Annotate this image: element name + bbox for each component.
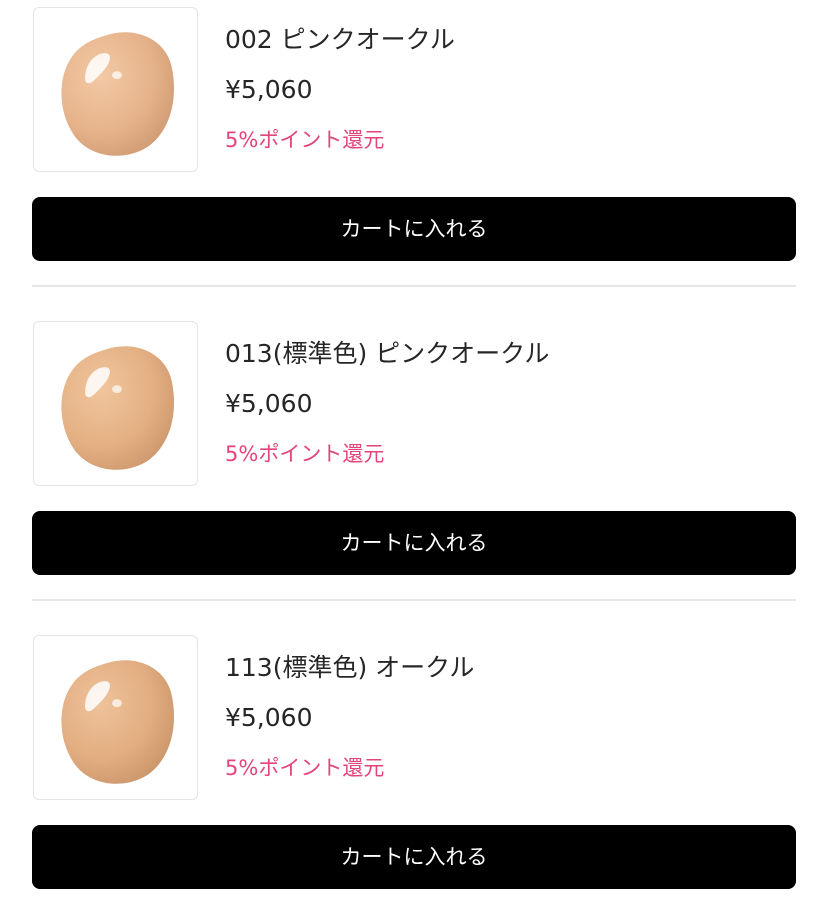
product-thumbnail[interactable] bbox=[33, 7, 198, 172]
product-price: ¥5,060 bbox=[225, 703, 313, 732]
divider bbox=[32, 599, 796, 601]
points-reward-label: 5%ポイント還元 bbox=[225, 756, 385, 780]
points-reward-label: 5%ポイント還元 bbox=[225, 442, 385, 466]
product-price: ¥5,060 bbox=[225, 389, 313, 418]
product-name[interactable]: 013(標準色) ピンクオークル bbox=[225, 338, 549, 370]
product-name[interactable]: 002 ピンクオークル bbox=[225, 24, 455, 56]
divider bbox=[32, 285, 796, 287]
foundation-swatch-image bbox=[61, 32, 175, 156]
foundation-swatch-image bbox=[61, 346, 175, 470]
add-to-cart-button[interactable]: カートに入れる bbox=[32, 825, 796, 889]
points-reward-label: 5%ポイント還元 bbox=[225, 128, 385, 152]
product-thumbnail[interactable] bbox=[33, 635, 198, 800]
product-price: ¥5,060 bbox=[225, 75, 313, 104]
product-thumbnail[interactable] bbox=[33, 321, 198, 486]
add-to-cart-button[interactable]: カートに入れる bbox=[32, 197, 796, 261]
add-to-cart-button[interactable]: カートに入れる bbox=[32, 511, 796, 575]
product-name[interactable]: 113(標準色) オークル bbox=[225, 652, 474, 684]
foundation-swatch-image bbox=[61, 660, 175, 784]
